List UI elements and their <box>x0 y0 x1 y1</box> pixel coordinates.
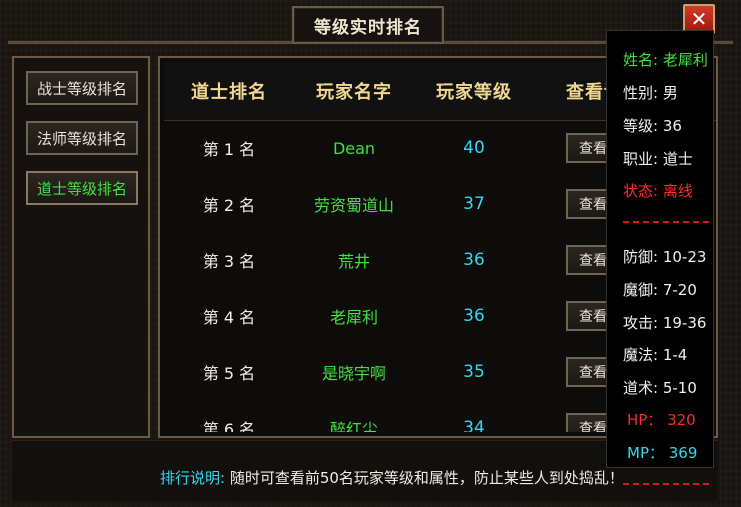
mage-ranking-button[interactable]: 法师等级排名 <box>26 121 138 155</box>
popup-separator-bottom <box>623 483 709 485</box>
taoist-ranking-button[interactable]: 道士等级排名 <box>26 171 138 205</box>
level-cell: 36 <box>463 250 485 270</box>
player-name-cell: 醉红尘 <box>329 420 378 432</box>
warrior-ranking-button[interactable]: 战士等级排名 <box>26 71 138 105</box>
player-name-cell: 荒井 <box>337 252 370 271</box>
rank-cell: 第 5 名 <box>202 364 256 383</box>
popup-hp: HP： 320 <box>627 411 696 429</box>
player-name-cell: Dean <box>332 138 376 158</box>
rank-cell: 第 3 名 <box>202 252 256 271</box>
level-cell: 35 <box>463 362 485 382</box>
popup-separator <box>623 221 709 223</box>
popup-name: 姓名: 老犀利 <box>623 51 708 69</box>
player-name-cell: 劳资蜀道山 <box>313 196 394 215</box>
popup-mp: MP： 369 <box>627 444 698 462</box>
close-icon: ✕ <box>690 7 708 31</box>
popup-class: 职业: 道士 <box>623 150 693 168</box>
player-detail-popup: 姓名: 老犀利 性别: 男 等级: 36 职业: 道士 状态: 离线 防御: 1… <box>606 30 714 485</box>
rank-cell: 第 4 名 <box>202 308 256 327</box>
popup-magic-defense: 魔御: 7-20 <box>623 281 697 299</box>
level-cell: 34 <box>463 418 485 432</box>
popup-taoism: 道术: 5-10 <box>623 379 697 397</box>
player-name-cell: 是晓宇啊 <box>321 364 386 383</box>
ranking-description: 排行说明: 随时可查看前50名玩家等级和属性，防止某些人到处捣乱！ <box>160 467 624 488</box>
popup-status: 状态: 离线 <box>623 182 693 200</box>
header-rank: 道士排名 <box>191 82 267 103</box>
description-text: 随时可查看前50名玩家等级和属性，防止某些人到处捣乱！ <box>225 469 624 487</box>
popup-level: 等级: 36 <box>623 117 682 135</box>
popup-magic: 魔法: 1-4 <box>623 346 688 364</box>
rank-cell: 第 1 名 <box>202 140 256 159</box>
ranking-window: 等级实时排名 ✕ 战士等级排名 法师等级排名 道士等级排名 道士排名 玩家名字 … <box>0 0 741 507</box>
popup-defense: 防御: 10-23 <box>623 248 707 266</box>
level-cell: 37 <box>463 194 485 214</box>
category-sidebar: 战士等级排名 法师等级排名 道士等级排名 <box>12 56 150 438</box>
window-title: 等级实时排名 <box>292 6 444 44</box>
level-cell: 36 <box>463 306 485 326</box>
level-cell: 40 <box>463 138 485 158</box>
rank-cell: 第 6 名 <box>202 420 256 432</box>
header-level: 玩家等级 <box>436 82 512 103</box>
player-name-cell: 老犀利 <box>329 308 378 327</box>
popup-gender: 性别: 男 <box>623 84 678 102</box>
popup-attack: 攻击: 19-36 <box>623 314 707 332</box>
header-name: 玩家名字 <box>316 82 392 103</box>
rank-cell: 第 2 名 <box>202 196 256 215</box>
description-label: 排行说明: <box>160 469 226 487</box>
